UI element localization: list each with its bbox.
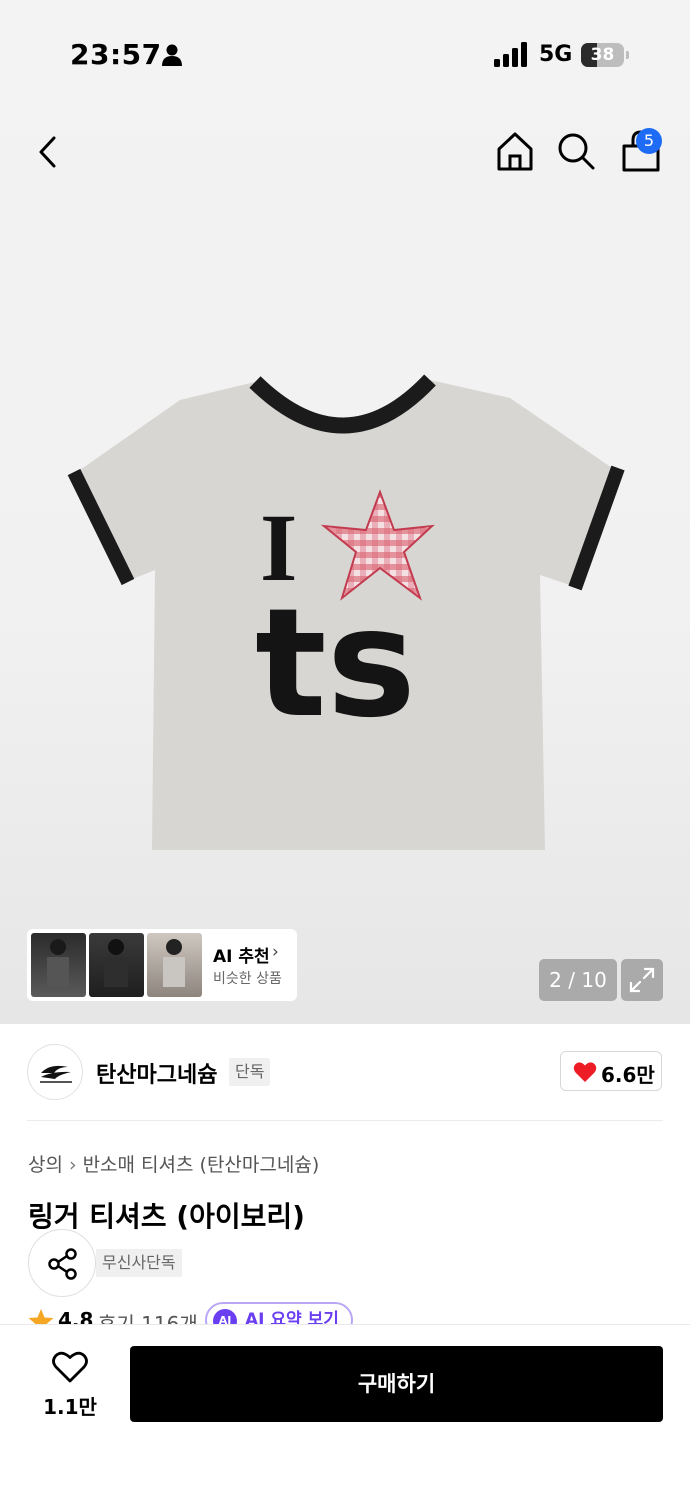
divider <box>27 1120 663 1121</box>
brand-logo[interactable] <box>27 1044 83 1100</box>
battery-level: 38 <box>590 45 615 65</box>
heart-outline-icon <box>52 1351 88 1383</box>
bottom-action-bar: 1.1만 구매하기 <box>0 1324 690 1500</box>
breadcrumb: 상의 › 반소매 티셔츠 (탄산마그네슘) <box>28 1150 319 1177</box>
brand-name[interactable]: 탄산마그네슘 <box>96 1057 217 1089</box>
product-image[interactable]: I ts <box>60 360 630 860</box>
recommend-thumbnail[interactable] <box>89 933 144 997</box>
brand-like-button[interactable]: 6.6만 <box>560 1051 662 1091</box>
home-icon[interactable] <box>494 130 536 172</box>
battery-icon: 38 <box>581 43 629 67</box>
ai-summary-label: AI 요약 보기 <box>245 1310 339 1324</box>
image-page-counter: 2 / 10 <box>539 959 617 1001</box>
status-bar: 23:57 5G 38 <box>0 0 690 110</box>
breadcrumb-subcategory[interactable]: 반소매 티셔츠 (탄산마그네슘) <box>83 1154 320 1176</box>
musinsa-exclusive-tag: 무신사단독 <box>96 1249 182 1277</box>
wishlist-count: 1.1만 <box>43 1395 97 1419</box>
rating-row: 4.8 후기 116개 AI AI 요약 보기 <box>28 1300 668 1324</box>
recommend-thumbnail[interactable] <box>147 933 202 997</box>
expand-button[interactable] <box>621 959 663 1001</box>
star-icon <box>28 1309 54 1324</box>
expand-icon <box>629 967 655 993</box>
ai-summary-button[interactable]: AI AI 요약 보기 <box>205 1302 353 1324</box>
ai-badge-icon: AI <box>213 1309 237 1324</box>
cart-count-badge: 5 <box>636 128 662 154</box>
back-icon[interactable] <box>30 132 66 172</box>
share-button[interactable] <box>28 1229 96 1297</box>
person-icon <box>162 44 182 66</box>
network-type: 5G <box>539 42 573 67</box>
ai-recommend-card[interactable]: AI 추천 › 비슷한 상품 <box>27 929 297 1001</box>
ai-recommend-subtitle: 비슷한 상품 <box>213 971 282 987</box>
rating-value: 4.8 <box>58 1308 94 1324</box>
heart-icon <box>573 1062 597 1082</box>
status-time: 23:57 <box>70 38 162 71</box>
wishlist-button[interactable]: 1.1만 <box>40 1351 100 1421</box>
breadcrumb-category[interactable]: 상의 <box>28 1154 63 1176</box>
recommend-thumbnail[interactable] <box>31 933 86 997</box>
ai-recommend-title[interactable]: AI 추천 <box>213 942 270 967</box>
chevron-right-icon: › <box>68 1154 77 1176</box>
svg-text:ts: ts <box>255 577 416 751</box>
signal-icon <box>494 42 527 67</box>
buy-button[interactable]: 구매하기 <box>130 1346 663 1422</box>
brand-like-count: 6.6만 <box>601 1063 655 1087</box>
review-count-link[interactable]: 후기 116개 <box>98 1308 198 1324</box>
search-icon[interactable] <box>556 130 596 172</box>
share-icon <box>48 1248 77 1280</box>
chevron-right-icon: › <box>272 942 279 962</box>
brand-exclusive-tag: 단독 <box>229 1058 271 1086</box>
